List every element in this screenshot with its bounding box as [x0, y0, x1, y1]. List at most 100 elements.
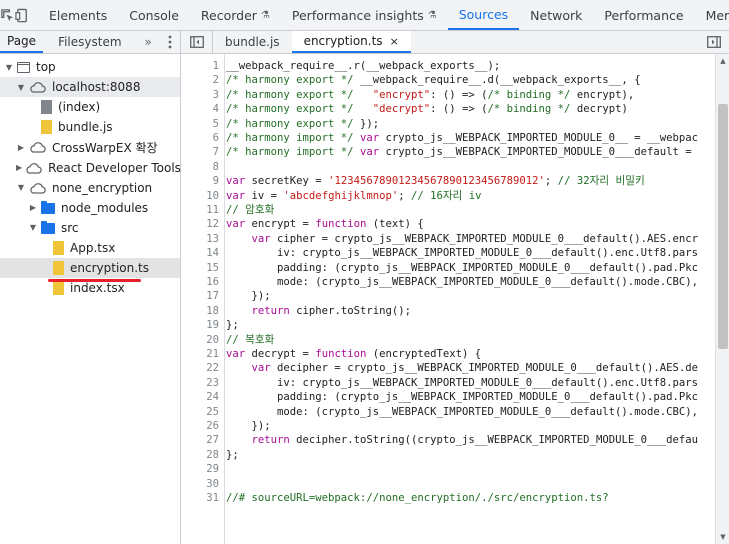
code-line[interactable]: //# sourceURL=webpack://none_encryption/… — [226, 491, 609, 505]
tab-console[interactable]: Console — [118, 0, 190, 30]
code-line[interactable]: var iv = 'abcdefghijklmnop'; // 16자리 iv — [226, 189, 482, 203]
line-number[interactable]: 24 — [206, 390, 219, 404]
line-number[interactable]: 14 — [206, 246, 219, 260]
line-number[interactable]: 13 — [206, 232, 219, 246]
code-line[interactable]: /* harmony export */ __webpack_require__… — [226, 73, 641, 87]
tree-item-top[interactable]: ▼ top — [0, 57, 180, 77]
more-tabs-chevron-icon[interactable]: » — [139, 31, 158, 53]
code-line[interactable]: __webpack_require__.r(__webpack_exports_… — [226, 59, 500, 73]
expanded-arrow-icon[interactable]: ▼ — [16, 83, 26, 92]
code-line[interactable]: padding: (crypto_js__WEBPACK_IMPORTED_MO… — [226, 261, 698, 275]
code-line[interactable]: }); — [226, 419, 271, 433]
collapsed-arrow-icon[interactable]: ▶ — [16, 163, 22, 172]
tab-network[interactable]: Network — [519, 0, 593, 30]
tree-item-none-encryption[interactable]: ▼ none_encryption — [0, 178, 180, 198]
line-number[interactable]: 31 — [206, 491, 219, 505]
code-line[interactable]: /* harmony export */ "decrypt": () => (/… — [226, 102, 628, 116]
scroll-down-arrow-icon[interactable]: ▼ — [716, 532, 729, 542]
tree-item-index[interactable]: (index) — [0, 97, 180, 117]
line-number[interactable]: 9 — [213, 174, 219, 188]
tab-memor[interactable]: Memor — [695, 0, 729, 30]
more-options-icon[interactable] — [160, 31, 180, 53]
code-line[interactable]: }; — [226, 318, 239, 332]
scroll-up-arrow-icon[interactable]: ▲ — [716, 56, 729, 66]
code-line[interactable]: }; — [226, 448, 239, 462]
tab-sources[interactable]: Sources — [447, 0, 520, 30]
line-number[interactable]: 12 — [206, 217, 219, 231]
line-number[interactable]: 7 — [213, 145, 219, 159]
line-number[interactable]: 27 — [206, 433, 219, 447]
tab-elements[interactable]: Elements — [38, 0, 118, 30]
line-number[interactable]: 1 — [213, 59, 219, 73]
tab-performance[interactable]: Performance — [593, 0, 694, 30]
code-line[interactable]: var cipher = crypto_js__WEBPACK_IMPORTED… — [226, 232, 698, 246]
tree-item-localhost-8088[interactable]: ▼ localhost:8088 — [0, 77, 180, 98]
expanded-arrow-icon[interactable]: ▼ — [28, 223, 38, 232]
tab-performance-insights[interactable]: Performance insights ⚗ — [281, 0, 448, 30]
code-line[interactable]: mode: (crypto_js__WEBPACK_IMPORTED_MODUL… — [226, 405, 698, 419]
line-number[interactable]: 5 — [213, 117, 219, 131]
line-number[interactable]: 16 — [206, 275, 219, 289]
editor-tab-bundle-js[interactable]: bundle.js — [213, 31, 292, 53]
line-number[interactable]: 10 — [206, 189, 219, 203]
code-line[interactable]: /* harmony export */ }); — [226, 117, 379, 131]
line-number[interactable]: 21 — [206, 347, 219, 361]
line-number[interactable]: 2 — [213, 73, 219, 87]
collapsed-arrow-icon[interactable]: ▶ — [16, 143, 26, 152]
source-code[interactable]: __webpack_require__.r(__webpack_exports_… — [225, 54, 715, 544]
code-line[interactable]: // 암호화 — [226, 203, 274, 217]
expanded-arrow-icon[interactable]: ▼ — [4, 63, 14, 72]
tree-item-app-tsx[interactable]: App.tsx — [0, 238, 180, 258]
code-line[interactable]: iv: crypto_js__WEBPACK_IMPORTED_MODULE_0… — [226, 376, 698, 390]
expanded-arrow-icon[interactable]: ▼ — [16, 183, 26, 192]
tree-item-node-modules[interactable]: ▶ node_modules — [0, 198, 180, 218]
tree-item-src[interactable]: ▼ src — [0, 218, 180, 238]
code-line[interactable]: var decipher = crypto_js__WEBPACK_IMPORT… — [226, 361, 698, 375]
tree-item-bundle-js[interactable]: bundle.js — [0, 117, 180, 137]
device-toolbar-button[interactable] — [15, 0, 30, 30]
tab-page[interactable]: Page — [0, 31, 44, 53]
collapsed-arrow-icon[interactable]: ▶ — [28, 203, 38, 212]
tree-item-encryption-ts[interactable]: encryption.ts — [0, 258, 180, 278]
code-line[interactable]: padding: (crypto_js__WEBPACK_IMPORTED_MO… — [226, 390, 698, 404]
line-number[interactable]: 30 — [206, 477, 219, 491]
line-number[interactable]: 6 — [213, 131, 219, 145]
tree-item-crosswarpex[interactable]: ▶ CrossWarpEX 확장 — [0, 137, 180, 157]
code-line[interactable]: return cipher.toString(); — [226, 304, 411, 318]
line-number[interactable]: 11 — [206, 203, 219, 217]
tab-filesystem[interactable]: Filesystem — [51, 31, 128, 53]
line-number[interactable]: 29 — [206, 462, 219, 476]
line-number[interactable]: 15 — [206, 261, 219, 275]
toggle-debugger-button[interactable] — [703, 31, 725, 53]
inspect-element-button[interactable] — [0, 0, 15, 30]
code-line[interactable]: // 복호화 — [226, 333, 274, 347]
vertical-scrollbar[interactable]: ▲ ▼ — [715, 54, 729, 544]
line-number[interactable]: 25 — [206, 405, 219, 419]
line-number-gutter[interactable]: 1 2 3 4 5 6 7 8 9 10 11 12 13 14 15 16 17 18 19 20 21 22 23 24 2… — [181, 54, 225, 544]
toggle-navigator-button[interactable] — [181, 31, 213, 53]
code-line[interactable]: var decrypt = function (encryptedText) { — [226, 347, 481, 361]
line-number[interactable]: 28 — [206, 448, 219, 462]
line-number[interactable]: 23 — [206, 376, 219, 390]
line-number[interactable]: 26 — [206, 419, 219, 433]
line-number[interactable]: 19 — [206, 318, 219, 332]
line-number[interactable]: 4 — [213, 102, 219, 116]
scrollbar-thumb[interactable] — [718, 104, 728, 349]
line-number[interactable]: 18 — [206, 304, 219, 318]
code-line[interactable]: var encrypt = function (text) { — [226, 217, 424, 231]
line-number[interactable]: 8 — [213, 160, 219, 174]
line-number[interactable]: 22 — [206, 361, 219, 375]
code-line[interactable]: var secretKey = '12345678901234567890123… — [226, 174, 645, 188]
editor-tab-encryption-ts[interactable]: encryption.ts × — [291, 31, 411, 53]
line-number[interactable]: 20 — [206, 333, 219, 347]
code-line[interactable]: /* harmony export */ "encrypt": () => (/… — [226, 88, 634, 102]
code-line[interactable]: return decipher.toString((crypto_js__WEB… — [226, 433, 698, 447]
code-line[interactable]: /* harmony import */ var crypto_js__WEBP… — [226, 145, 698, 159]
code-line[interactable]: }); — [226, 289, 271, 303]
tree-item-react-developer-tools[interactable]: ▶ React Developer Tools — [0, 158, 181, 178]
line-number[interactable]: 3 — [213, 88, 219, 102]
code-line[interactable]: /* harmony import */ var crypto_js__WEBP… — [226, 131, 698, 145]
close-tab-icon[interactable]: × — [390, 35, 399, 48]
code-line[interactable]: mode: (crypto_js__WEBPACK_IMPORTED_MODUL… — [226, 275, 698, 289]
code-area[interactable]: 1 2 3 4 5 6 7 8 9 10 11 12 13 14 15 16 17 18 19 20 21 22 23 24 2… — [181, 54, 729, 544]
